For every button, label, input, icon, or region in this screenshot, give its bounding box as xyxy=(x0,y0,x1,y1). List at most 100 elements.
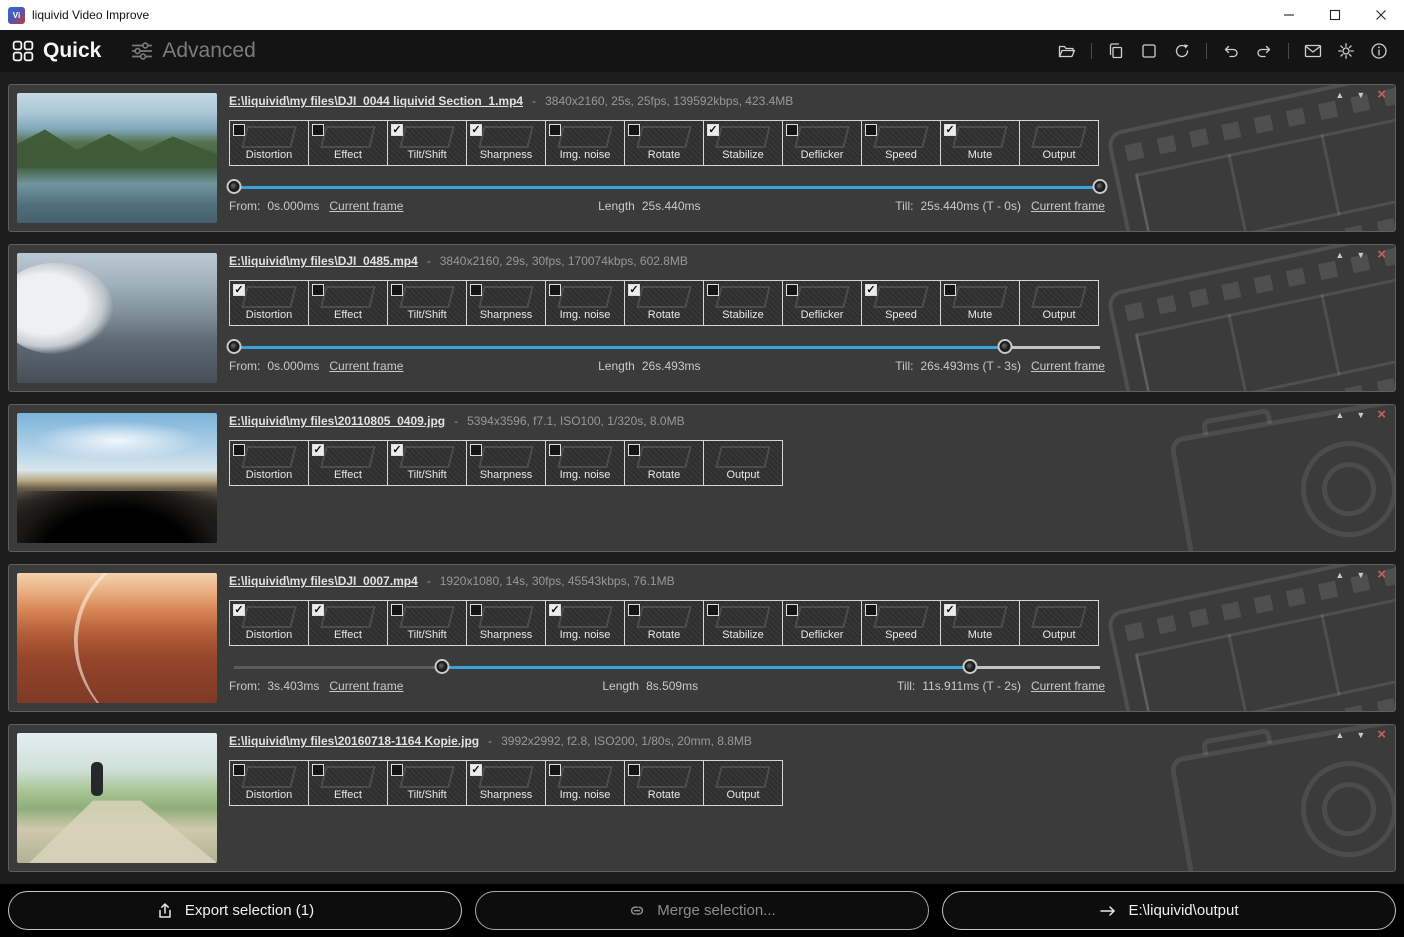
output-folder-button[interactable]: E:\liquivid\output xyxy=(942,891,1396,930)
filter-img-noise-button[interactable]: Img. noise xyxy=(545,120,625,166)
filter-tilt-shift-checkbox[interactable] xyxy=(391,604,403,616)
filter-tilt-shift-button[interactable]: ✓ Tilt/Shift xyxy=(387,120,467,166)
filter-effect-checkbox[interactable] xyxy=(312,284,324,296)
filter-deflicker-checkbox[interactable] xyxy=(786,604,798,616)
thumbnail[interactable] xyxy=(17,253,217,383)
remove-row-button[interactable]: × xyxy=(1377,408,1386,422)
filter-effect-button[interactable]: ✓ Effect xyxy=(308,600,388,646)
trim-end-handle[interactable] xyxy=(963,659,978,674)
filter-distortion-checkbox[interactable] xyxy=(233,444,245,456)
thumbnail[interactable] xyxy=(17,413,217,543)
remove-row-button[interactable]: × xyxy=(1377,568,1386,582)
select-button[interactable] xyxy=(1136,38,1162,64)
current-frame-till-link[interactable]: Current frame xyxy=(1031,199,1105,213)
filter-stabilize-button[interactable]: ✓ Stabilize xyxy=(703,120,783,166)
filter-mute-checkbox[interactable] xyxy=(944,284,956,296)
filter-deflicker-checkbox[interactable] xyxy=(786,124,798,136)
filter-speed-checkbox[interactable]: ✓ xyxy=(865,284,877,296)
filter-rotate-checkbox[interactable] xyxy=(628,444,640,456)
filter-img-noise-button[interactable]: Img. noise xyxy=(545,280,625,326)
filter-distortion-checkbox[interactable]: ✓ xyxy=(233,604,245,616)
filter-img-noise-checkbox[interactable] xyxy=(549,444,561,456)
trim-start-handle[interactable] xyxy=(434,659,449,674)
filter-distortion-checkbox[interactable]: ✓ xyxy=(233,284,245,296)
about-button[interactable] xyxy=(1366,38,1392,64)
filter-sharpness-checkbox[interactable]: ✓ xyxy=(470,764,482,776)
filter-distortion-button[interactable]: Distortion xyxy=(229,760,309,806)
move-up-button[interactable]: ▲ xyxy=(1335,728,1344,742)
filter-rotate-checkbox[interactable] xyxy=(628,764,640,776)
filter-deflicker-button[interactable]: Deflicker xyxy=(782,600,862,646)
filter-stabilize-checkbox[interactable] xyxy=(707,284,719,296)
filter-output-button[interactable]: Output xyxy=(1019,120,1099,166)
filter-img-noise-checkbox[interactable] xyxy=(549,764,561,776)
filter-sharpness-button[interactable]: Sharpness xyxy=(466,440,546,486)
undo-button[interactable] xyxy=(1218,38,1244,64)
move-down-button[interactable]: ▼ xyxy=(1356,88,1365,102)
settings-button[interactable] xyxy=(1333,38,1359,64)
filter-deflicker-button[interactable]: Deflicker xyxy=(782,120,862,166)
filter-sharpness-button[interactable]: Sharpness xyxy=(466,280,546,326)
trim-start-handle[interactable] xyxy=(227,179,242,194)
filter-img-noise-checkbox[interactable]: ✓ xyxy=(549,604,561,616)
filter-mute-button[interactable]: Mute xyxy=(940,280,1020,326)
current-frame-till-link[interactable]: Current frame xyxy=(1031,679,1105,693)
trim-end-handle[interactable] xyxy=(997,339,1012,354)
filter-speed-checkbox[interactable] xyxy=(865,124,877,136)
filter-img-noise-checkbox[interactable] xyxy=(549,284,561,296)
filter-rotate-button[interactable]: Rotate xyxy=(624,120,704,166)
move-up-button[interactable]: ▲ xyxy=(1335,408,1344,422)
filter-rotate-checkbox[interactable] xyxy=(628,604,640,616)
thumbnail[interactable] xyxy=(17,93,217,223)
filter-output-button[interactable]: Output xyxy=(1019,600,1099,646)
export-selection-button[interactable]: Export selection (1) xyxy=(8,891,462,930)
filter-rotate-checkbox[interactable] xyxy=(628,124,640,136)
filter-mute-checkbox[interactable]: ✓ xyxy=(944,124,956,136)
filter-rotate-button[interactable]: Rotate xyxy=(624,440,704,486)
maximize-button[interactable] xyxy=(1312,0,1358,30)
filter-stabilize-button[interactable]: Stabilize xyxy=(703,280,783,326)
tab-advanced[interactable]: Advanced xyxy=(131,39,255,63)
tab-quick[interactable]: Quick xyxy=(12,39,101,63)
trim-slider[interactable] xyxy=(234,659,1100,675)
filter-img-noise-button[interactable]: Img. noise xyxy=(545,440,625,486)
filter-effect-checkbox[interactable]: ✓ xyxy=(312,444,324,456)
filter-tilt-shift-button[interactable]: Tilt/Shift xyxy=(387,280,467,326)
filter-mute-button[interactable]: ✓ Mute xyxy=(940,600,1020,646)
filter-sharpness-button[interactable]: ✓ Sharpness xyxy=(466,760,546,806)
copy-button[interactable] xyxy=(1103,38,1129,64)
filter-deflicker-checkbox[interactable] xyxy=(786,284,798,296)
filter-effect-button[interactable]: Effect xyxy=(308,120,388,166)
remove-row-button[interactable]: × xyxy=(1377,248,1386,262)
move-up-button[interactable]: ▲ xyxy=(1335,248,1344,262)
filter-speed-button[interactable]: Speed xyxy=(861,120,941,166)
filter-sharpness-checkbox[interactable] xyxy=(470,604,482,616)
filter-distortion-button[interactable]: Distortion xyxy=(229,120,309,166)
filter-img-noise-button[interactable]: Img. noise xyxy=(545,760,625,806)
filter-deflicker-button[interactable]: Deflicker xyxy=(782,280,862,326)
filter-sharpness-checkbox[interactable] xyxy=(470,284,482,296)
filter-effect-button[interactable]: ✓ Effect xyxy=(308,440,388,486)
remove-row-button[interactable]: × xyxy=(1377,88,1386,102)
filter-effect-button[interactable]: Effect xyxy=(308,280,388,326)
redo-button[interactable] xyxy=(1251,38,1277,64)
reset-button[interactable] xyxy=(1169,38,1195,64)
filter-distortion-checkbox[interactable] xyxy=(233,124,245,136)
filter-sharpness-button[interactable]: ✓ Sharpness xyxy=(466,120,546,166)
open-files-button[interactable] xyxy=(1054,38,1080,64)
filter-tilt-shift-button[interactable]: Tilt/Shift xyxy=(387,600,467,646)
filter-tilt-shift-checkbox[interactable]: ✓ xyxy=(391,444,403,456)
trim-slider[interactable] xyxy=(234,179,1100,195)
file-link[interactable]: E:\liquivid\my files\20110805_0409.jpg xyxy=(229,414,445,428)
move-down-button[interactable]: ▼ xyxy=(1356,248,1365,262)
move-up-button[interactable]: ▲ xyxy=(1335,568,1344,582)
filter-sharpness-checkbox[interactable]: ✓ xyxy=(470,124,482,136)
filter-rotate-button[interactable]: Rotate xyxy=(624,600,704,646)
filter-speed-button[interactable]: ✓ Speed xyxy=(861,280,941,326)
trim-start-handle[interactable] xyxy=(227,339,242,354)
merge-selection-button[interactable]: Merge selection... xyxy=(475,891,929,930)
trim-end-handle[interactable] xyxy=(1093,179,1108,194)
move-down-button[interactable]: ▼ xyxy=(1356,408,1365,422)
filter-sharpness-button[interactable]: Sharpness xyxy=(466,600,546,646)
file-link[interactable]: E:\liquivid\my files\20160718-1164 Kopie… xyxy=(229,734,479,748)
